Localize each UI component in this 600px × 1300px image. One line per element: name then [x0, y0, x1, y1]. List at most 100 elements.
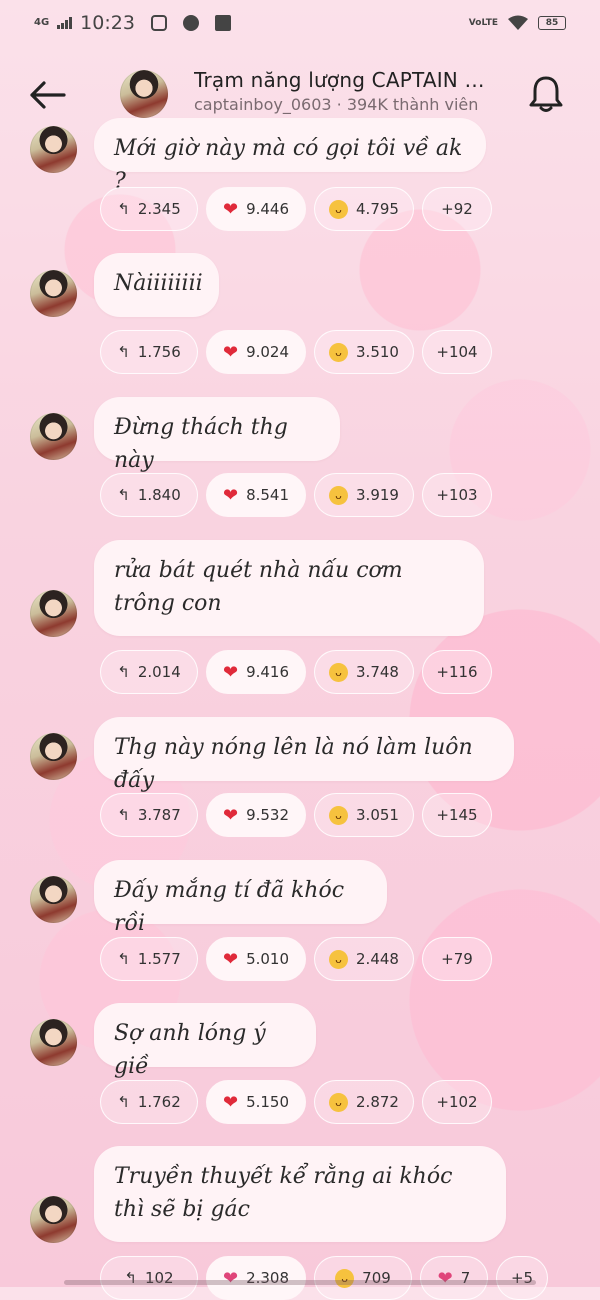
reaction-bar: ↰ 1.756 ❤ 9.024 ᴗ 3.510 +104: [100, 330, 492, 374]
reply-count-chip[interactable]: ↰ 1.577: [100, 937, 198, 981]
laugh-emoji-icon: ᴗ: [329, 805, 349, 825]
reply-icon: ↰: [117, 1093, 130, 1111]
reply-count-chip[interactable]: ↰ 102: [100, 1256, 198, 1300]
laugh-reaction-chip[interactable]: ᴗ 2.448: [314, 937, 414, 981]
sender-avatar[interactable]: [30, 1019, 77, 1066]
laugh-count: 4.795: [356, 200, 399, 218]
heart-reaction-chip[interactable]: ❤ 9.532: [206, 793, 306, 837]
heart-icon: ❤: [222, 804, 239, 826]
message-text: Truyền thuyết kể rằng ai khóc thì sẽ bị …: [114, 1164, 453, 1222]
message-bubble[interactable]: Sợ anh lóng ý giề: [94, 1003, 316, 1079]
notification-button[interactable]: [524, 72, 568, 116]
heart-reaction-chip[interactable]: ❤ 9.446: [206, 187, 306, 231]
heart-reaction-chip[interactable]: ❤ 2.308: [206, 1256, 306, 1300]
message-feed[interactable]: Mới giờ này mà có gọi tôi về ak ? ↰ 2.345…: [0, 0, 600, 1300]
laugh-count: 3.919: [356, 486, 399, 504]
heart-count: 9.532: [246, 806, 290, 824]
reply-icon: ↰: [117, 343, 130, 361]
sender-avatar[interactable]: [30, 413, 77, 460]
message-bubble[interactable]: Đừng thách thg này: [94, 397, 340, 473]
reply-count: 1.577: [137, 950, 181, 968]
laugh-reaction-chip[interactable]: ᴗ 4.795: [314, 187, 414, 231]
more-reactions-chip[interactable]: +79: [422, 937, 492, 981]
reaction-bar: ↰ 1.840 ❤ 8.541 ᴗ 3.919 +103: [100, 473, 492, 517]
reply-count: 3.787: [137, 806, 181, 824]
heart-reaction-chip[interactable]: ❤ 5.010: [206, 937, 306, 981]
message-bubble[interactable]: Thg này nóng lên là nó làm luôn đấy: [94, 717, 514, 793]
more-reactions-chip[interactable]: +116: [422, 650, 492, 694]
reply-icon: ↰: [117, 486, 130, 504]
reply-count-chip[interactable]: ↰ 2.345: [100, 187, 198, 231]
heart-reaction-chip[interactable]: ❤ 5.150: [206, 1080, 306, 1124]
back-arrow-icon: [30, 81, 66, 109]
reply-count: 1.762: [137, 1093, 181, 1111]
reply-count-chip[interactable]: ↰ 2.014: [100, 650, 198, 694]
more-reactions-chip[interactable]: +145: [422, 793, 492, 837]
sparkle-heart-icon: ❤: [437, 1267, 453, 1289]
sender-avatar[interactable]: [30, 590, 77, 637]
sender-avatar[interactable]: [30, 733, 77, 780]
message-bubble[interactable]: Truyền thuyết kể rằng ai khóc thì sẽ bị …: [94, 1146, 506, 1242]
reply-count-chip[interactable]: ↰ 3.787: [100, 793, 198, 837]
message-text: rửa bát quét nhà nấu cơm trông con: [114, 558, 403, 616]
sparkle-heart-reaction-chip[interactable]: ❤ 7: [420, 1256, 488, 1300]
more-count: +116: [436, 663, 478, 681]
sender-avatar[interactable]: [30, 876, 77, 923]
more-reactions-chip[interactable]: +92: [422, 187, 492, 231]
sender-avatar[interactable]: [30, 1196, 77, 1243]
message-bubble[interactable]: Nàiiiiiiii: [94, 253, 219, 317]
more-count: +79: [441, 950, 473, 968]
more-reactions-chip[interactable]: +103: [422, 473, 492, 517]
laugh-emoji-icon: ᴗ: [329, 199, 349, 219]
bell-icon: [529, 76, 563, 112]
channel-avatar[interactable]: [120, 70, 168, 118]
heart-count: 9.416: [246, 663, 290, 681]
laugh-emoji-icon: ᴗ: [329, 485, 349, 505]
heart-reaction-chip[interactable]: ❤ 9.416: [206, 650, 306, 694]
laugh-reaction-chip[interactable]: ᴗ 3.748: [314, 650, 414, 694]
laugh-reaction-chip[interactable]: ᴗ 709: [314, 1256, 412, 1300]
back-button[interactable]: [26, 74, 68, 116]
heart-icon: ❤: [222, 948, 239, 970]
laugh-count: 3.748: [356, 663, 399, 681]
reply-count-chip[interactable]: ↰ 1.762: [100, 1080, 198, 1124]
heart-icon: ❤: [222, 661, 239, 683]
message-text: Sợ anh lóng ý giề: [114, 1021, 266, 1079]
home-indicator[interactable]: [64, 1280, 536, 1285]
heart-reaction-chip[interactable]: ❤ 8.541: [206, 473, 306, 517]
heart-count: 5.010: [246, 950, 290, 968]
more-count: +102: [436, 1093, 478, 1111]
sender-avatar[interactable]: [30, 270, 77, 317]
channel-info[interactable]: Trạm năng lượng CAPTAIN BO... captainboy…: [194, 68, 494, 114]
laugh-reaction-chip[interactable]: ᴗ 2.872: [314, 1080, 414, 1124]
message-bubble[interactable]: rửa bát quét nhà nấu cơm trông con: [94, 540, 484, 636]
reaction-bar: ↰ 2.014 ❤ 9.416 ᴗ 3.748 +116: [100, 650, 492, 694]
heart-count: 9.446: [246, 200, 290, 218]
reply-count-chip[interactable]: ↰ 1.756: [100, 330, 198, 374]
channel-subtitle: captainboy_0603 · 394K thành viên: [194, 95, 479, 114]
more-reactions-chip[interactable]: +5: [496, 1256, 548, 1300]
message-bubble[interactable]: Đấy mắng tí đã khóc rồi: [94, 860, 387, 936]
channel-title: Trạm năng lượng CAPTAIN BO...: [194, 68, 494, 92]
heart-icon: ❤: [222, 198, 239, 220]
reply-count: 1.756: [137, 343, 181, 361]
more-reactions-chip[interactable]: +104: [422, 330, 492, 374]
laugh-emoji-icon: ᴗ: [329, 1092, 349, 1112]
reply-icon: ↰: [117, 663, 130, 681]
reply-count-chip[interactable]: ↰ 1.840: [100, 473, 198, 517]
laugh-emoji-icon: ᴗ: [329, 949, 349, 969]
more-count: +103: [436, 486, 478, 504]
heart-count: 8.541: [246, 486, 290, 504]
laugh-count: 3.510: [356, 343, 399, 361]
message-text: Đừng thách thg này: [114, 415, 288, 473]
laugh-reaction-chip[interactable]: ᴗ 3.051: [314, 793, 414, 837]
laugh-count: 3.051: [356, 806, 399, 824]
reply-icon: ↰: [117, 200, 130, 218]
laugh-emoji-icon: ᴗ: [329, 662, 349, 682]
laugh-reaction-chip[interactable]: ᴗ 3.510: [314, 330, 414, 374]
laugh-count: 2.872: [356, 1093, 399, 1111]
heart-reaction-chip[interactable]: ❤ 9.024: [206, 330, 306, 374]
laugh-reaction-chip[interactable]: ᴗ 3.919: [314, 473, 414, 517]
more-reactions-chip[interactable]: +102: [422, 1080, 492, 1124]
heart-icon: ❤: [222, 341, 239, 363]
